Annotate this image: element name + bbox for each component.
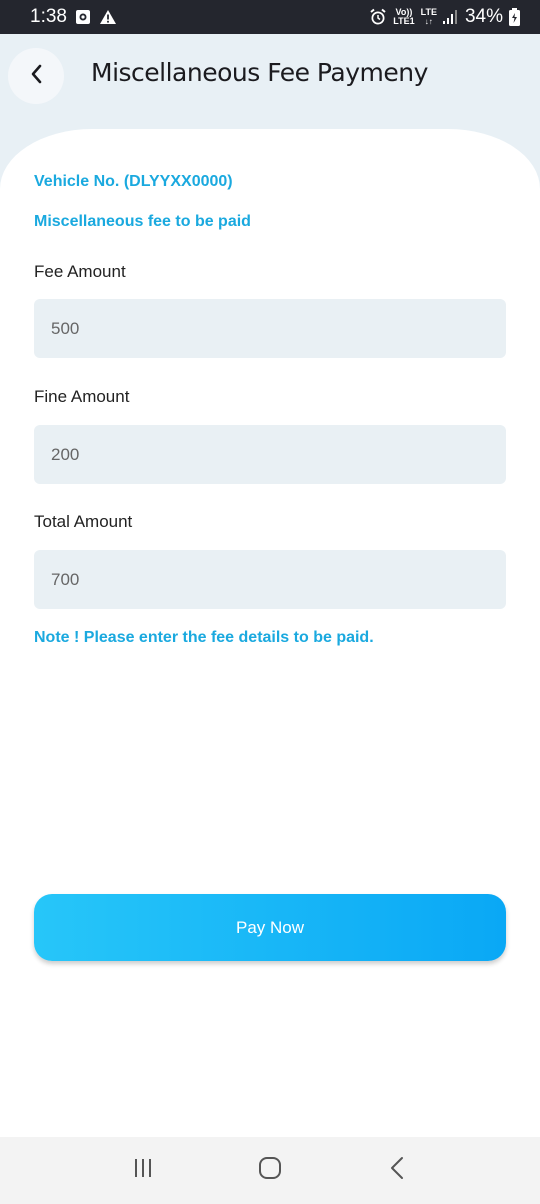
status-right: Vo)) LTE1 LTE ↓↑ 34% [369, 6, 520, 28]
fee-amount-value: 500 [51, 318, 80, 338]
total-amount-value: 700 [51, 569, 80, 589]
alarm-icon [369, 8, 387, 26]
total-amount-field[interactable]: 700 [34, 550, 506, 609]
page-title: Miscellaneous Fee Paymeny [91, 58, 428, 87]
fee-amount-field[interactable]: 500 [34, 299, 506, 358]
warning-icon [99, 9, 117, 25]
battery-percent: 34% [464, 6, 503, 27]
fine-amount-label: Fine Amount [34, 387, 130, 406]
volte-indicator: Vo)) LTE1 [393, 8, 414, 26]
home-button[interactable] [240, 1141, 300, 1201]
recent-apps-button[interactable] [113, 1141, 173, 1201]
fee-subtitle: Miscellaneous fee to be paid [34, 213, 251, 230]
network-text: LTE [420, 7, 437, 17]
fine-amount-field[interactable]: 200 [34, 425, 506, 484]
home-icon [258, 1156, 282, 1185]
data-arrows-icon: ↓↑ [424, 17, 433, 26]
pay-now-label: Pay Now [235, 917, 305, 937]
nav-back-button[interactable] [367, 1141, 427, 1201]
status-time: 1:38 [30, 6, 67, 27]
status-bar: 1:38 Vo)) LTE1 LTE ↓↑ 34% [0, 0, 540, 34]
system-nav-bar [0, 1137, 540, 1204]
network-indicator: LTE ↓↑ [420, 7, 437, 27]
nav-back-icon [389, 1156, 405, 1185]
signal-icon [442, 10, 459, 24]
fee-amount-label: Fee Amount [34, 262, 126, 281]
total-amount-label: Total Amount [34, 512, 133, 531]
pay-now-button[interactable]: Pay Now [34, 894, 506, 961]
vehicle-number: Vehicle No. (DLYYXX0000) [34, 173, 233, 190]
battery-icon [509, 8, 520, 26]
status-left: 1:38 [30, 6, 117, 28]
recent-apps-icon [132, 1157, 154, 1184]
fine-amount-value: 200 [51, 444, 80, 464]
chevron-left-icon [29, 63, 43, 90]
back-button[interactable] [8, 48, 64, 104]
volte-bottom-text: LTE1 [393, 16, 415, 26]
screenshot-notification-icon [75, 9, 91, 25]
fee-note: Note ! Please enter the fee details to b… [34, 629, 374, 646]
